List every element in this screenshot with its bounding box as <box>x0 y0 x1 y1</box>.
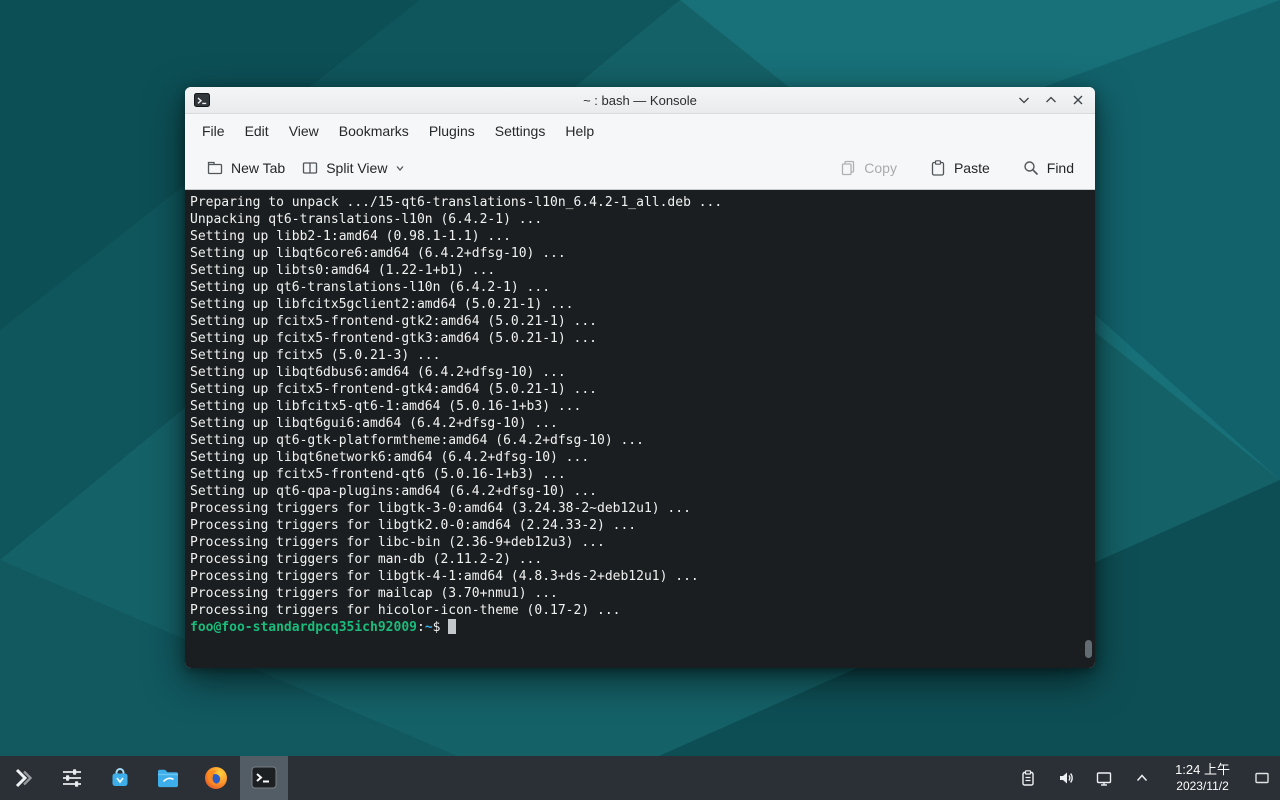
terminal-line: Setting up libqt6gui6:amd64 (6.4.2+dfsg-… <box>190 415 1079 432</box>
terminal-line: Processing triggers for libgtk-4-1:amd64… <box>190 568 1079 585</box>
dolphin-icon <box>154 764 182 792</box>
konsole-app-icon <box>194 92 210 108</box>
paste-icon <box>929 159 947 177</box>
terminal-line: Setting up fcitx5-frontend-gtk3:amd64 (5… <box>190 330 1079 347</box>
close-button[interactable] <box>1070 92 1086 108</box>
titlebar[interactable]: ~ : bash — Konsole <box>185 87 1095 114</box>
terminal-line: Setting up qt6-translations-l10n (6.4.2-… <box>190 279 1079 296</box>
task-lines-icon <box>58 764 86 792</box>
prompt-colon: : <box>417 620 425 635</box>
terminal-line: Setting up libfcitx5-qt6-1:amd64 (5.0.16… <box>190 398 1079 415</box>
new-tab-icon <box>206 159 224 177</box>
tray-expander-button[interactable] <box>1127 763 1157 793</box>
split-view-button[interactable]: Split View <box>293 152 414 184</box>
terminal-line: Setting up libqt6core6:amd64 (6.4.2+dfsg… <box>190 245 1079 262</box>
taskbar-app-konsole[interactable] <box>240 756 288 800</box>
terminal-line: Processing triggers for libc-bin (2.36-9… <box>190 534 1079 551</box>
prompt-path: ~ <box>425 620 433 635</box>
terminal-cursor <box>448 619 456 634</box>
terminal-line: Setting up libqt6dbus6:amd64 (6.4.2+dfsg… <box>190 364 1079 381</box>
firefox-icon <box>202 764 230 792</box>
volume-icon <box>1057 769 1075 787</box>
close-icon <box>1070 92 1086 108</box>
terminal-lines: Preparing to unpack .../15-qt6-translati… <box>190 194 1079 619</box>
taskbar-app-dolphin[interactable] <box>144 756 192 800</box>
new-tab-label: New Tab <box>231 160 285 176</box>
volume-tray-button[interactable] <box>1051 763 1081 793</box>
terminal-line: Setting up fcitx5-frontend-qt6 (5.0.16-1… <box>190 466 1079 483</box>
terminal-line: Processing triggers for mailcap (3.70+nm… <box>190 585 1079 602</box>
paste-label: Paste <box>954 160 990 176</box>
menu-bookmarks[interactable]: Bookmarks <box>329 118 419 144</box>
terminal-line: Processing triggers for hicolor-icon-the… <box>190 602 1079 619</box>
menu-view[interactable]: View <box>279 118 329 144</box>
find-button[interactable]: Find <box>1014 152 1082 184</box>
terminal-line: Setting up libts0:amd64 (1.22-1+b1) ... <box>190 262 1079 279</box>
konsole-window: ~ : bash — Konsole File Edit Vi <box>185 87 1095 668</box>
show-desktop-icon <box>1253 769 1271 787</box>
display-tray-button[interactable] <box>1089 763 1119 793</box>
terminal-line: Setting up fcitx5 (5.0.21-3) ... <box>190 347 1079 364</box>
minimize-icon <box>1016 92 1032 108</box>
chevron-up-icon <box>1133 769 1151 787</box>
terminal-line: Unpacking qt6-translations-l10n (6.4.2-1… <box>190 211 1079 228</box>
terminal-scrollbar-thumb[interactable] <box>1085 640 1092 658</box>
system-tray: 1:24 上午 2023/11/2 <box>1013 756 1280 800</box>
digital-clock[interactable]: 1:24 上午 2023/11/2 <box>1165 762 1240 793</box>
terminal-line: Preparing to unpack .../15-qt6-translati… <box>190 194 1079 211</box>
menu-help[interactable]: Help <box>555 118 604 144</box>
terminal-line: Setting up libqt6network6:amd64 (6.4.2+d… <box>190 449 1079 466</box>
clipboard-icon <box>1019 769 1037 787</box>
find-icon <box>1022 159 1040 177</box>
chevron-down-icon <box>394 162 406 174</box>
konsole-icon <box>250 764 278 792</box>
prompt-space <box>440 620 448 635</box>
taskbar-app-discover[interactable] <box>96 756 144 800</box>
menu-plugins[interactable]: Plugins <box>419 118 485 144</box>
terminal-line: Setting up qt6-gtk-platformtheme:amd64 (… <box>190 432 1079 449</box>
copy-button[interactable]: Copy <box>831 152 905 184</box>
show-desktop-button[interactable] <box>1248 769 1276 787</box>
minimize-button[interactable] <box>1016 92 1032 108</box>
copy-icon <box>839 159 857 177</box>
maximize-button[interactable] <box>1043 92 1059 108</box>
menu-file[interactable]: File <box>192 118 235 144</box>
app-launcher-icon <box>10 764 38 792</box>
terminal-line: Setting up libb2-1:amd64 (0.98.1-1.1) ..… <box>190 228 1079 245</box>
app-launcher-button[interactable] <box>0 756 48 800</box>
clipboard-tray-button[interactable] <box>1013 763 1043 793</box>
monitor-icon <box>1095 769 1113 787</box>
menu-edit[interactable]: Edit <box>235 118 279 144</box>
prompt-user-host: foo@foo-standardpcq35ich92009 <box>190 620 417 635</box>
terminal-line: Setting up fcitx5-frontend-gtk4:amd64 (5… <box>190 381 1079 398</box>
split-view-icon <box>301 159 319 177</box>
menu-settings[interactable]: Settings <box>485 118 556 144</box>
terminal-output[interactable]: Preparing to unpack .../15-qt6-translati… <box>185 190 1095 668</box>
terminal-line: Setting up qt6-qpa-plugins:amd64 (6.4.2+… <box>190 483 1079 500</box>
terminal-line: Setting up fcitx5-frontend-gtk2:amd64 (5… <box>190 313 1079 330</box>
copy-label: Copy <box>864 160 897 176</box>
terminal-line: Processing triggers for man-db (2.11.2-2… <box>190 551 1079 568</box>
find-label: Find <box>1047 160 1074 176</box>
prompt-line: foo@foo-standardpcq35ich92009:~$ <box>190 619 1079 636</box>
split-view-label: Split View <box>326 160 387 176</box>
window-title: ~ : bash — Konsole <box>185 93 1095 108</box>
toolbar: New Tab Split View Copy <box>185 147 1095 190</box>
new-tab-button[interactable]: New Tab <box>198 152 293 184</box>
terminal-line: Setting up libfcitx5gclient2:amd64 (5.0.… <box>190 296 1079 313</box>
terminal-line: Processing triggers for libgtk-3-0:amd64… <box>190 500 1079 517</box>
taskbar-app-firefox[interactable] <box>192 756 240 800</box>
discover-icon <box>106 764 134 792</box>
menu-bar: File Edit View Bookmarks Plugins Setting… <box>185 114 1095 147</box>
task-lines-button[interactable] <box>48 756 96 800</box>
maximize-icon <box>1043 92 1059 108</box>
clock-time: 1:24 上午 <box>1175 762 1230 778</box>
clock-date: 2023/11/2 <box>1176 779 1229 794</box>
paste-button[interactable]: Paste <box>921 152 998 184</box>
terminal-line: Processing triggers for libgtk2.0-0:amd6… <box>190 517 1079 534</box>
taskbar: 1:24 上午 2023/11/2 <box>0 756 1280 800</box>
